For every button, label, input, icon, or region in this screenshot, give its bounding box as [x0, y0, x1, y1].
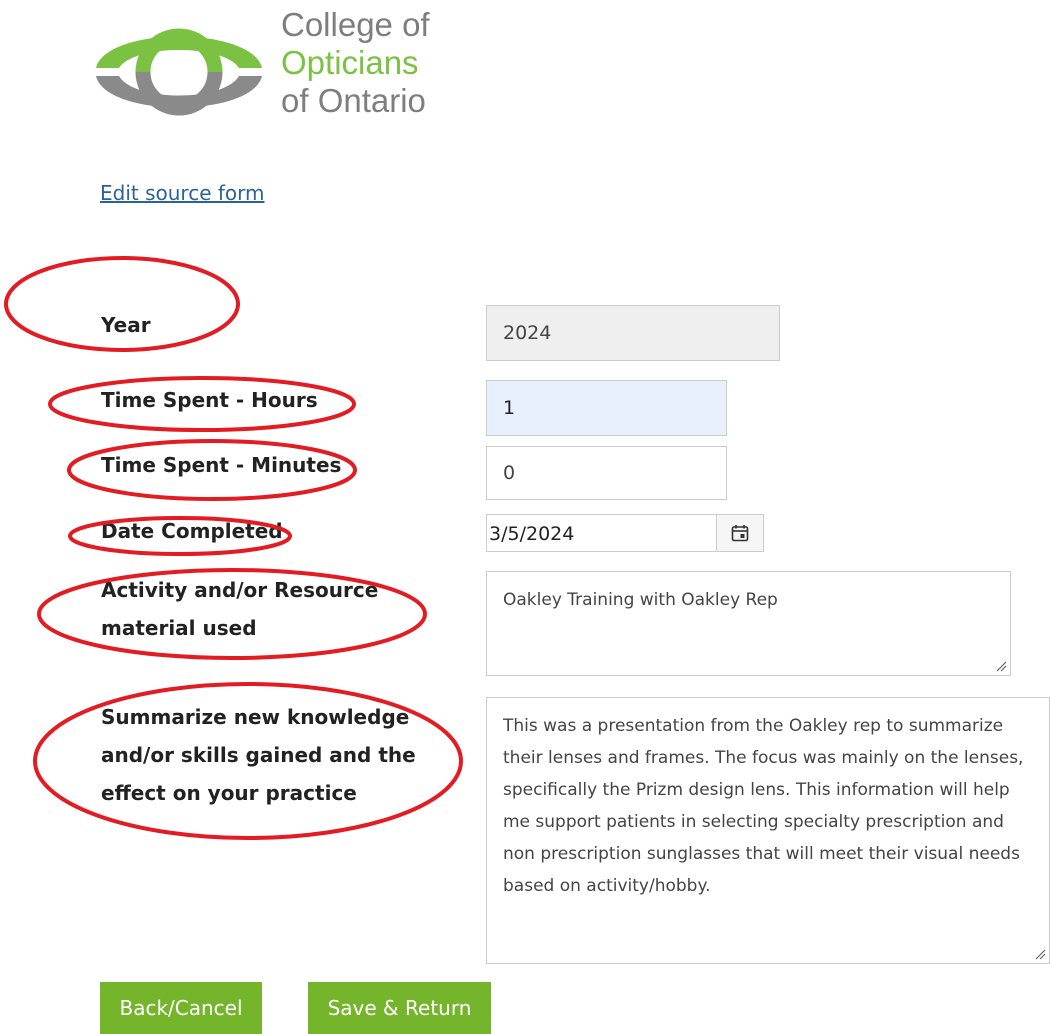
hours-input[interactable]: 1: [486, 380, 727, 436]
date-completed-input[interactable]: 3/5/2024: [486, 514, 764, 552]
edit-source-form-link[interactable]: Edit source form: [100, 181, 265, 205]
minutes-input[interactable]: 0: [486, 446, 727, 500]
org-name: College of Opticians of Ontario: [281, 6, 430, 120]
org-name-line3: of Ontario: [281, 82, 426, 119]
org-name-line1: College of: [281, 6, 430, 43]
save-return-button[interactable]: Save & Return: [308, 982, 491, 1034]
date-value: 3/5/2024: [489, 523, 575, 545]
resize-grip-icon[interactable]: [1034, 948, 1046, 960]
calendar-button[interactable]: [716, 515, 763, 551]
activity-textarea[interactable]: Oakley Training with Oakley Rep: [486, 571, 1011, 676]
resize-grip-icon[interactable]: [995, 660, 1007, 672]
date-completed-label: Date Completed: [101, 519, 283, 543]
activity-text: Oakley Training with Oakley Rep: [503, 590, 778, 610]
summary-textarea[interactable]: This was a presentation from the Oakley …: [486, 697, 1050, 964]
hours-value: 1: [503, 397, 516, 419]
org-name-line2: Opticians: [281, 44, 419, 81]
calendar-icon: [731, 525, 749, 542]
college-logo-icon: [96, 28, 262, 116]
year-label: Year: [101, 313, 151, 337]
minutes-value: 0: [503, 462, 516, 484]
activity-label: Activity and/or Resource material used: [101, 578, 379, 640]
hours-label: Time Spent - Hours: [101, 388, 318, 412]
back-cancel-button[interactable]: Back/Cancel: [100, 982, 262, 1034]
summary-text: This was a presentation from the Oakley …: [503, 716, 1024, 896]
year-value: 2024: [503, 322, 552, 344]
year-field: 2024: [486, 305, 780, 361]
minutes-label: Time Spent - Minutes: [101, 453, 342, 477]
summary-label: Summarize new knowledge and/or skills ga…: [101, 705, 416, 805]
